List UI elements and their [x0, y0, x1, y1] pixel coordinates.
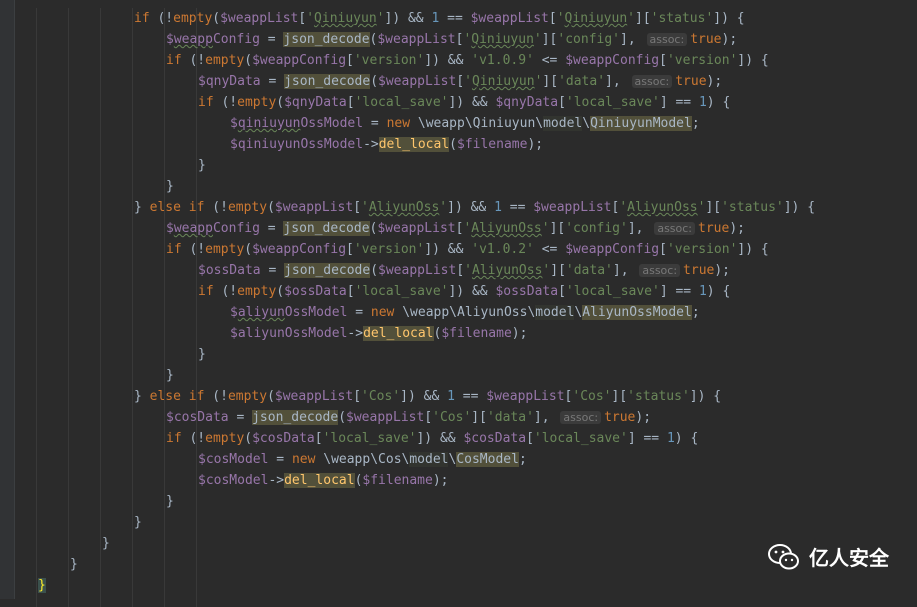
- code-line[interactable]: if (!empty($cosData['local_save']) && $c…: [14, 428, 917, 449]
- code-line[interactable]: }: [14, 176, 917, 197]
- editor-gutter: [0, 0, 15, 599]
- code-line[interactable]: $qnyData = json_decode($weappList['Qiniu…: [14, 71, 917, 92]
- wechat-icon: [768, 543, 799, 569]
- code-line[interactable]: $weappConfig = json_decode($weappList['A…: [14, 218, 917, 239]
- code-line[interactable]: if (!empty($qnyData['local_save']) && $q…: [14, 92, 917, 113]
- code-line[interactable]: }: [14, 365, 917, 386]
- code-line[interactable]: if (!empty($weappConfig['version']) && '…: [14, 50, 917, 71]
- code-line[interactable]: } else if (!empty($weappList['AliyunOss'…: [14, 197, 917, 218]
- code-line[interactable]: if (!empty($weappConfig['version']) && '…: [14, 239, 917, 260]
- code-line[interactable]: }: [14, 575, 917, 596]
- code-line[interactable]: } else if (!empty($weappList['Cos']) && …: [14, 386, 917, 407]
- code-line[interactable]: $aliyunOssModel = new \weapp\AliyunOss\m…: [14, 302, 917, 323]
- code-line[interactable]: $cosData = json_decode($weappList['Cos']…: [14, 407, 917, 428]
- code-line[interactable]: }: [14, 344, 917, 365]
- code-line[interactable]: $weappConfig = json_decode($weappList['Q…: [14, 29, 917, 50]
- code-line[interactable]: $cosModel = new \weapp\Cos\model\CosMode…: [14, 449, 917, 470]
- wechat-watermark: 亿人安全: [767, 542, 889, 571]
- code-line[interactable]: }: [14, 155, 917, 176]
- code-editor[interactable]: if (!empty($weappList['Qiniuyun']) && 1 …: [14, 8, 917, 607]
- code-line[interactable]: $qiniuyunOssModel = new \weapp\Qiniuyun\…: [14, 113, 917, 134]
- code-line[interactable]: }: [14, 512, 917, 533]
- code-line[interactable]: $cosModel->del_local($filename);: [14, 470, 917, 491]
- code-line[interactable]: $aliyunOssModel->del_local($filename);: [14, 323, 917, 344]
- code-line[interactable]: if (!empty($ossData['local_save']) && $o…: [14, 281, 917, 302]
- code-line[interactable]: }: [14, 491, 917, 512]
- code-line[interactable]: $qiniuyunOssModel->del_local($filename);: [14, 134, 917, 155]
- watermark-text: 亿人安全: [809, 546, 889, 570]
- code-line[interactable]: $ossData = json_decode($weappList['Aliyu…: [14, 260, 917, 281]
- code-line[interactable]: if (!empty($weappList['Qiniuyun']) && 1 …: [14, 8, 917, 29]
